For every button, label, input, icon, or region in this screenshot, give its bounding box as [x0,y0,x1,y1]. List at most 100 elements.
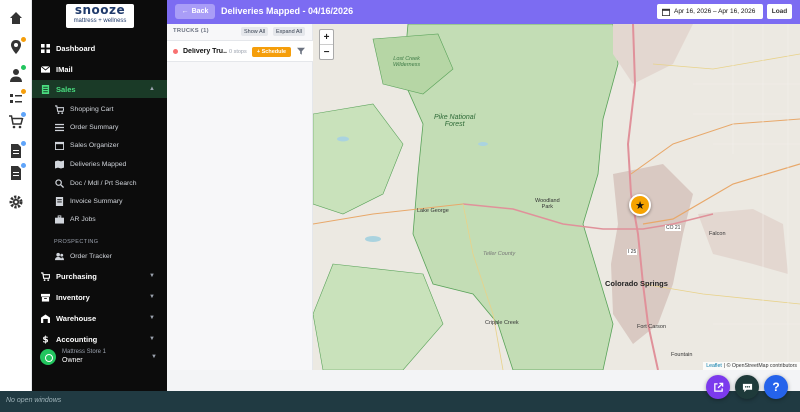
osm-attribution: | © OpenStreetMap contributors [723,363,797,369]
document-icon[interactable] [8,140,27,159]
chevron-down-icon: ▼ [149,294,155,300]
map-icon [54,160,64,170]
external-link-icon [713,382,723,392]
page-title: Deliveries Mapped - 04/16/2026 [221,6,354,16]
sidebar-item-label: Shopping Cart [70,106,114,113]
user-icon[interactable] [8,64,27,83]
sidebar-item-deliveries-mapped[interactable]: Deliveries Mapped [32,156,167,173]
gear-icon[interactable] [8,194,24,210]
zoom-in-button[interactable]: + [320,30,333,45]
sidebar-item-imail[interactable]: IMail [32,60,167,78]
grid-streets [693,24,800,364]
date-range-value: Apr 16, 2026 – Apr 16, 2026 [674,8,756,15]
back-button-label: Back [191,8,209,15]
user-badge [20,64,27,71]
forest-area-west [313,103,404,215]
truck-status-dot [173,49,178,54]
zoom-control: + − [319,29,334,60]
dollar-icon: $ [40,334,50,344]
calendar-icon [54,141,64,151]
list-icon [54,123,64,133]
user-menu[interactable]: Mattress Store 1 Owner ▼ [32,346,167,368]
map-label-fountain: Fountain [671,352,693,358]
home-icon[interactable] [8,10,24,26]
forest-area-southwest [313,263,444,370]
map-view[interactable]: Lost Creek Wilderness Pike National Fore… [313,24,800,370]
map-pin-badge [20,36,27,43]
box-icon [40,292,50,302]
logo-wordmark: snooze [74,3,126,17]
sidebar-item-shopping-cart[interactable]: Shopping Cart [32,101,167,118]
load-button[interactable]: Load [767,4,792,19]
map-label-lake-george: Lake George [417,208,449,214]
sidebar-item-ar-jobs[interactable]: AR Jobs [32,211,167,228]
lake [478,142,488,146]
sidebar-item-order-tracker[interactable]: Order Tracker [32,248,167,265]
mail-icon [40,64,50,74]
store-marker-star-icon[interactable]: ★ [629,194,651,216]
help-icon: ? [772,380,780,394]
leaflet-link[interactable]: Leaflet [706,363,722,369]
sidebar-item-dashboard[interactable]: Dashboard [32,39,167,57]
sidebar-item-label: Purchasing [56,271,97,281]
sidebar-item-sales[interactable]: Sales ▲ [32,80,167,98]
urban-area-falcon [698,209,788,274]
checklist-badge [20,88,27,95]
sidebar-item-doc-search[interactable]: Doc / Mdl / Prt Search [32,175,167,192]
expand-all-button[interactable]: Expand All [273,27,305,36]
chat-button[interactable] [735,375,759,399]
map-label-falcon: Falcon [709,231,726,237]
cart-icon[interactable] [8,111,27,130]
sidebar-item-label: Accounting [56,334,98,344]
chat-icon [742,383,752,392]
chevron-down-icon: ▼ [149,315,155,321]
document-badge [20,162,27,169]
external-link-button[interactable] [706,375,730,399]
app-root: snooze mattress + wellness Dashboard IMa… [0,0,800,412]
map-pin-icon[interactable] [8,36,27,55]
date-range-picker[interactable]: Apr 16, 2026 – Apr 16, 2026 [657,4,763,19]
user-role: Owner [62,357,83,364]
sidebar-item-warehouse[interactable]: Warehouse ▼ [32,309,167,327]
calendar-icon [662,8,670,16]
avatar [40,349,56,365]
brand-logo[interactable]: snooze mattress + wellness [66,4,134,28]
urban-area-north [613,24,693,84]
search-icon [54,179,64,189]
map-label-fort-carson: Fort Carson [637,324,667,330]
map-label-co21: CO 21 [665,225,682,231]
sidebar-item-invoice-summary[interactable]: Invoice Summary [32,193,167,210]
sidebar-item-order-summary[interactable]: Order Summary [32,119,167,136]
cart-icon [40,271,50,281]
sidebar-item-sales-organizer[interactable]: Sales Organizer [32,137,167,154]
svg-text:$: $ [42,335,48,343]
sidebar-item-inventory[interactable]: Inventory ▼ [32,288,167,306]
show-all-button[interactable]: Show All [241,27,269,36]
user-store: Mattress Store 1 [62,349,107,355]
sidebar: snooze mattress + wellness Dashboard IMa… [32,0,197,391]
filter-icon[interactable] [297,47,305,55]
zoom-out-button[interactable]: − [320,45,333,60]
sidebar-item-label: IMail [56,64,73,74]
sidebar-item-label: Dashboard [56,43,96,53]
help-button[interactable]: ? [764,375,788,399]
sidebar-item-purchasing[interactable]: Purchasing ▼ [32,267,167,285]
sidebar-item-label: Inventory [56,292,90,302]
sidebar-item-label: Doc / Mdl / Prt Search [70,180,137,187]
truck-row[interactable]: Delivery Tru... 0 stops + Schedule [167,40,313,62]
map-label-teller-county: Teller County [483,251,516,257]
checklist-icon[interactable] [8,88,27,107]
schedule-button[interactable]: + Schedule [252,47,291,57]
map-label-i25: I 25 [627,249,638,255]
sidebar-item-label: AR Jobs [70,216,96,223]
lake [337,136,349,142]
document-badge [20,140,27,147]
document-icon[interactable] [8,162,27,181]
map-tiles [313,24,800,370]
trucks-panel: TRUCKS (1) Show All Expand All Delivery … [167,24,313,370]
map-label-colorado-springs: Colorado Springs [605,279,668,288]
chevron-down-icon: ▼ [151,354,157,360]
truck-name: Delivery Tru... [183,48,227,55]
back-button[interactable]: ← Back [175,4,215,19]
logo-tagline: mattress + wellness [73,18,127,24]
